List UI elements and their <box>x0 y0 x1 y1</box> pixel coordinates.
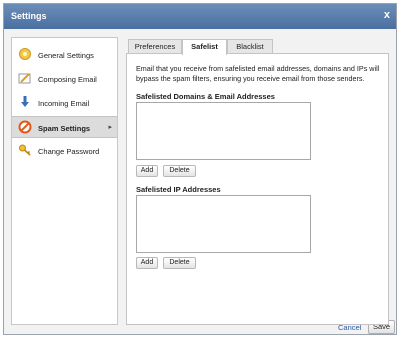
gear-icon <box>18 47 32 61</box>
sidebar-item-label: Composing Email <box>38 75 97 84</box>
compose-icon <box>18 71 32 85</box>
sidebar-item-incoming-email[interactable]: Incoming Email <box>12 92 117 114</box>
safelist-panel: Email that you receive from safelisted e… <box>126 53 389 325</box>
tab-label: Safelist <box>191 42 218 51</box>
domains-heading: Safelisted Domains & Email Addresses <box>136 92 275 101</box>
sidebar-item-general-settings[interactable]: General Settings <box>12 44 117 66</box>
sidebar-item-spam-settings[interactable]: Spam Settings ▸ <box>12 116 117 138</box>
tab-label: Blacklist <box>236 42 264 51</box>
dialog-title: Settings <box>11 11 47 21</box>
incoming-icon <box>18 95 32 109</box>
tab-label: Preferences <box>134 42 176 51</box>
sidebar-item-label: Spam Settings <box>38 124 91 133</box>
domains-listbox[interactable] <box>136 102 311 160</box>
sidebar-item-label: Change Password <box>38 147 100 156</box>
add-domain-button[interactable]: Add <box>136 165 158 177</box>
title-bar: Settings x <box>4 4 396 29</box>
close-icon[interactable]: x <box>384 9 390 21</box>
tab-blacklist[interactable]: Blacklist <box>227 39 273 54</box>
add-ip-button[interactable]: Add <box>136 257 158 269</box>
sidebar-item-change-password[interactable]: Change Password <box>12 140 117 162</box>
settings-sidebar: General Settings Composing Email Incomin… <box>11 37 118 325</box>
no-spam-icon <box>18 120 32 134</box>
tab-preferences[interactable]: Preferences <box>128 39 182 54</box>
tab-safelist[interactable]: Safelist <box>182 39 227 55</box>
sidebar-item-composing-email[interactable]: Composing Email <box>12 68 117 90</box>
ips-listbox[interactable] <box>136 195 311 253</box>
settings-dialog: Settings x General Settings Composing Em… <box>3 3 397 335</box>
delete-domain-button[interactable]: Delete <box>163 165 196 177</box>
safelist-description: Email that you receive from safelisted e… <box>136 64 380 83</box>
chevron-right-icon: ▸ <box>108 124 112 131</box>
sidebar-item-label: Incoming Email <box>38 99 90 108</box>
key-icon <box>18 143 32 157</box>
delete-ip-button[interactable]: Delete <box>163 257 196 269</box>
sidebar-item-label: General Settings <box>38 51 94 60</box>
ips-heading: Safelisted IP Addresses <box>136 185 221 194</box>
